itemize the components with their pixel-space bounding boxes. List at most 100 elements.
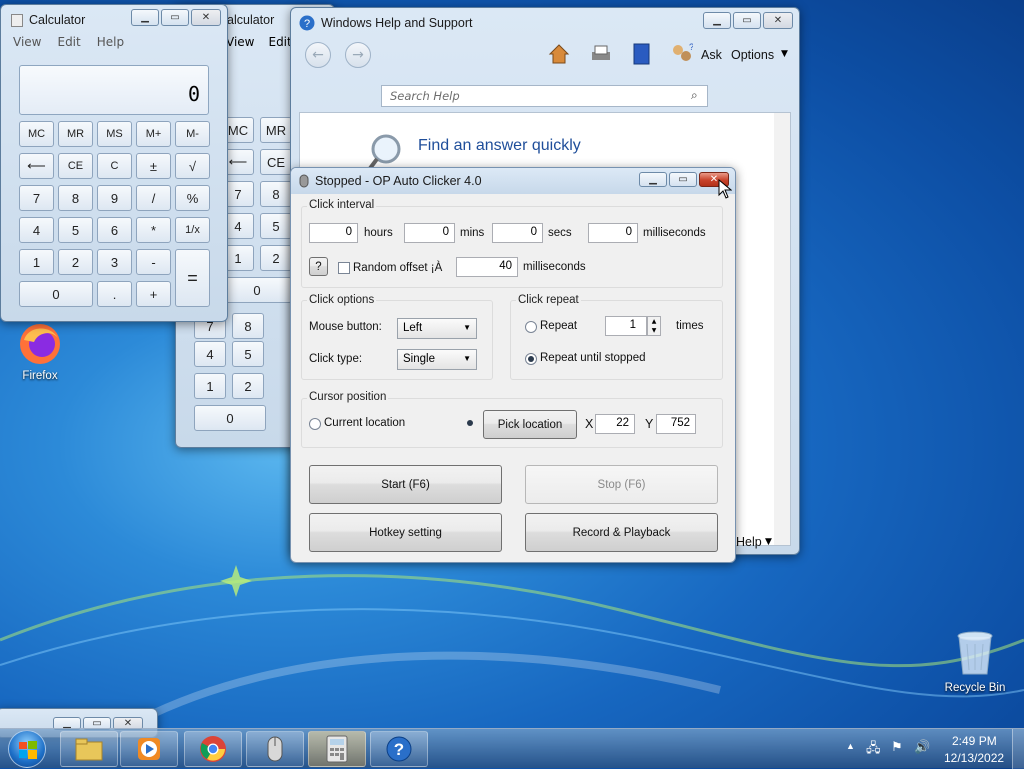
help-close-button[interactable]: ✕ bbox=[763, 12, 793, 29]
help-maximize-button[interactable]: ▭ bbox=[733, 12, 761, 29]
search-icon[interactable]: ⌕ bbox=[691, 88, 698, 103]
key-2[interactable]: 2 bbox=[232, 373, 264, 399]
browse-help-icon[interactable] bbox=[632, 42, 652, 66]
menu-edit[interactable]: Edit bbox=[57, 35, 80, 53]
repeat-count-input[interactable]: 1 bbox=[605, 316, 647, 336]
repeat-until-stopped-radio[interactable] bbox=[525, 353, 537, 365]
key-2[interactable]: 2 bbox=[260, 245, 292, 271]
key-mr[interactable]: MR bbox=[260, 117, 292, 143]
key-5[interactable]: 5 bbox=[232, 341, 264, 367]
key-2[interactable]: 2 bbox=[58, 249, 93, 275]
hours-input[interactable]: 0 bbox=[309, 223, 358, 243]
help-search-input[interactable]: Search Help bbox=[381, 85, 708, 107]
print-icon[interactable] bbox=[589, 42, 613, 66]
ask-icon[interactable]: ? bbox=[669, 42, 693, 66]
key-7[interactable]: 7 bbox=[19, 185, 54, 211]
calculator-minimize-button[interactable]: ▁ bbox=[131, 9, 159, 26]
pick-location-button[interactable]: Pick location bbox=[483, 410, 577, 439]
start-button-orb[interactable] bbox=[8, 730, 46, 768]
help-minimize-button[interactable]: ▁ bbox=[703, 12, 731, 29]
repeat-spinner[interactable]: ▲ ▼ bbox=[647, 316, 661, 336]
stop-button[interactable]: Stop (F6) bbox=[525, 465, 718, 504]
current-location-radio[interactable] bbox=[309, 418, 321, 430]
autoclicker-minimize-button[interactable]: ▁ bbox=[639, 172, 667, 187]
bottom-help-link[interactable]: Help bbox=[736, 535, 762, 549]
ask-label[interactable]: Ask bbox=[701, 48, 722, 62]
key-multiply[interactable]: * bbox=[136, 217, 171, 243]
home-icon[interactable] bbox=[547, 42, 571, 66]
key-equals[interactable]: = bbox=[175, 249, 210, 307]
key-0[interactable]: 0 bbox=[194, 405, 266, 431]
key-1[interactable]: 1 bbox=[194, 373, 226, 399]
record-playback-button[interactable]: Record & Playback bbox=[525, 513, 718, 552]
key-add[interactable]: + bbox=[136, 281, 171, 307]
key-sqrt[interactable]: √ bbox=[175, 153, 210, 179]
find-answer-heading[interactable]: Find an answer quickly bbox=[418, 137, 581, 155]
key-mminus[interactable]: M- bbox=[175, 121, 210, 147]
key-mc[interactable]: MC bbox=[19, 121, 54, 147]
action-center-flag-icon[interactable]: ⚑ bbox=[891, 739, 903, 755]
random-offset-checkbox[interactable] bbox=[338, 262, 350, 274]
autoclicker-maximize-button[interactable]: ▭ bbox=[669, 172, 697, 187]
key-0[interactable]: 0 bbox=[222, 277, 292, 303]
key-0[interactable]: 0 bbox=[19, 281, 93, 307]
key-1[interactable]: 1 bbox=[19, 249, 54, 275]
menu-view[interactable]: View bbox=[13, 35, 41, 53]
help-scrollbar[interactable] bbox=[774, 113, 790, 545]
calculator-close-button[interactable]: ✕ bbox=[191, 9, 221, 26]
secs-input[interactable]: 0 bbox=[492, 223, 543, 243]
key-c[interactable]: C bbox=[97, 153, 132, 179]
taskbar-autoclicker[interactable] bbox=[246, 731, 304, 767]
menu-help[interactable]: Help bbox=[97, 35, 124, 53]
taskbar-chrome[interactable] bbox=[184, 731, 242, 767]
taskbar-explorer[interactable] bbox=[60, 731, 118, 767]
show-hidden-icons-chevron-icon[interactable]: ▲ bbox=[846, 741, 855, 751]
menu-edit[interactable]: Edit bbox=[268, 35, 291, 49]
x-coordinate-input[interactable]: 22 bbox=[595, 414, 635, 434]
key-8[interactable]: 8 bbox=[260, 181, 292, 207]
key-8[interactable]: 8 bbox=[232, 313, 264, 339]
taskbar-media-player[interactable] bbox=[120, 731, 178, 767]
hotkey-setting-button[interactable]: Hotkey setting bbox=[309, 513, 502, 552]
network-icon[interactable]: 🖧 bbox=[866, 739, 881, 761]
show-desktop-button[interactable] bbox=[1012, 729, 1024, 769]
key-5[interactable]: 5 bbox=[58, 217, 93, 243]
forward-button[interactable]: → bbox=[345, 42, 371, 68]
clock-date[interactable]: 12/13/2022 bbox=[944, 751, 1004, 765]
key-reciprocal[interactable]: 1/x bbox=[175, 217, 210, 243]
menu-view[interactable]: View bbox=[226, 35, 254, 49]
key-divide[interactable]: / bbox=[136, 185, 171, 211]
calculator-maximize-button[interactable]: ▭ bbox=[161, 9, 189, 26]
bottom-help-chevron-icon[interactable]: ▼ bbox=[765, 537, 772, 547]
options-chevron-icon[interactable]: ▼ bbox=[781, 49, 788, 59]
taskbar-calculator[interactable] bbox=[308, 731, 366, 767]
random-offset-input[interactable]: 40 bbox=[456, 257, 518, 277]
volume-icon[interactable]: 🔊 bbox=[914, 739, 930, 755]
click-type-select[interactable]: Single bbox=[397, 349, 477, 370]
key-ce[interactable]: CE bbox=[260, 149, 292, 175]
key-4[interactable]: 4 bbox=[19, 217, 54, 243]
taskbar-help[interactable]: ? bbox=[370, 731, 428, 767]
clock-time[interactable]: 2:49 PM bbox=[952, 734, 997, 748]
key-8[interactable]: 8 bbox=[58, 185, 93, 211]
key-subtract[interactable]: - bbox=[136, 249, 171, 275]
pick-location-radio[interactable] bbox=[465, 418, 477, 430]
options-menu[interactable]: Options bbox=[731, 48, 774, 62]
key-6[interactable]: 6 bbox=[97, 217, 132, 243]
key-ms[interactable]: MS bbox=[97, 121, 132, 147]
autoclicker-window[interactable]: Stopped - OP Auto Clicker 4.0 ▁ ▭ ✕ Clic… bbox=[290, 167, 736, 563]
mins-input[interactable]: 0 bbox=[404, 223, 455, 243]
key-3[interactable]: 3 bbox=[97, 249, 132, 275]
key-mr[interactable]: MR bbox=[58, 121, 93, 147]
calculator-window[interactable]: Calculator ▁ ▭ ✕ View Edit Help 0 MC MR … bbox=[0, 4, 228, 322]
key-plus-minus[interactable]: ± bbox=[136, 153, 171, 179]
repeat-radio[interactable] bbox=[525, 321, 537, 333]
key-ce[interactable]: CE bbox=[58, 153, 93, 179]
key-mplus[interactable]: M+ bbox=[136, 121, 171, 147]
key-9[interactable]: 9 bbox=[97, 185, 132, 211]
firefox-desktop-icon[interactable]: Firefox bbox=[12, 320, 68, 390]
recycle-bin-desktop-icon[interactable]: Recycle Bin bbox=[942, 628, 1008, 700]
key-backspace[interactable]: ⟵ bbox=[19, 153, 54, 179]
milliseconds-input[interactable]: 0 bbox=[588, 223, 638, 243]
y-coordinate-input[interactable]: 752 bbox=[656, 414, 696, 434]
